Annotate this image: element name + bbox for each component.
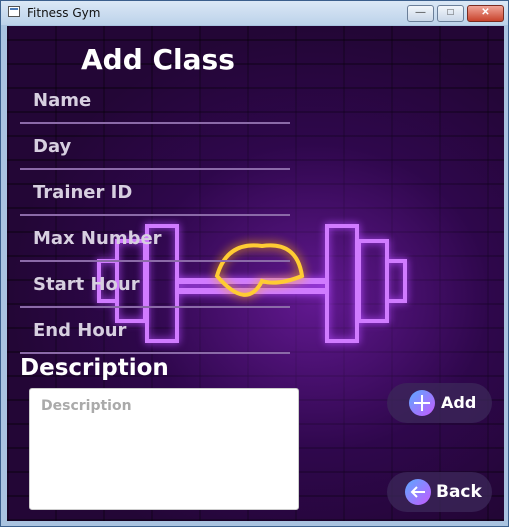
end-hour-field[interactable]: End Hour bbox=[20, 310, 290, 354]
day-field[interactable]: Day bbox=[20, 126, 290, 170]
max-number-field[interactable]: Max Number bbox=[20, 218, 290, 262]
name-field[interactable]: Name bbox=[20, 80, 290, 124]
back-button-label: Back bbox=[436, 482, 482, 502]
minimize-button[interactable]: — bbox=[407, 5, 434, 22]
page-title: Add Class bbox=[81, 43, 235, 76]
add-button-label: Add bbox=[441, 393, 477, 412]
end-hour-field-label: End Hour bbox=[33, 320, 127, 341]
add-button[interactable]: Add bbox=[387, 383, 492, 423]
trainer-id-field-label: Trainer ID bbox=[33, 182, 133, 203]
max-number-field-label: Max Number bbox=[33, 228, 162, 249]
app-icon bbox=[8, 6, 20, 17]
start-hour-field-label: Start Hour bbox=[33, 274, 140, 295]
trainer-id-field[interactable]: Trainer ID bbox=[20, 172, 290, 216]
back-button[interactable]: Back bbox=[387, 472, 492, 512]
plus-icon bbox=[409, 390, 435, 416]
day-field-label: Day bbox=[33, 136, 72, 157]
title-bar[interactable]: Fitness Gym — □ ✕ bbox=[1, 1, 508, 25]
close-button[interactable]: ✕ bbox=[467, 5, 504, 22]
form-panel: Add Class Name Day Trainer ID Max Number… bbox=[7, 26, 504, 521]
start-hour-field[interactable]: Start Hour bbox=[20, 264, 290, 308]
arrow-left-icon bbox=[405, 479, 431, 505]
description-textarea[interactable]: Description bbox=[29, 388, 299, 510]
app-window: Fitness Gym — □ ✕ Add Class Name Day Tra… bbox=[0, 0, 509, 527]
description-placeholder: Description bbox=[41, 398, 132, 414]
window-title: Fitness Gym bbox=[27, 6, 101, 20]
maximize-button[interactable]: □ bbox=[437, 5, 464, 22]
description-heading: Description bbox=[20, 355, 169, 381]
name-field-label: Name bbox=[33, 90, 92, 111]
